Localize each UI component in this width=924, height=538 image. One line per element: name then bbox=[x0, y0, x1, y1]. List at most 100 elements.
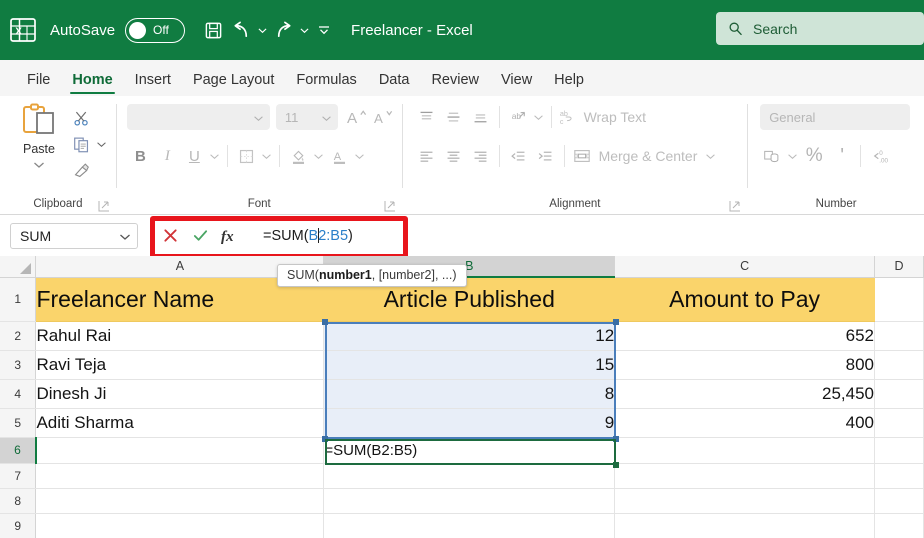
row-header-3[interactable]: 3 bbox=[0, 350, 37, 380]
format-painter-icon[interactable] bbox=[69, 159, 94, 181]
copy-icon[interactable] bbox=[69, 133, 94, 155]
cell-a3[interactable]: Ravi Teja bbox=[35, 350, 325, 380]
align-middle-icon[interactable] bbox=[440, 104, 467, 130]
cell-b4[interactable]: 8 bbox=[323, 379, 616, 409]
search-input[interactable]: Search bbox=[753, 21, 797, 37]
paste-dropdown-icon[interactable] bbox=[33, 156, 45, 174]
percent-button[interactable]: % bbox=[799, 143, 829, 169]
cell-d8[interactable] bbox=[874, 488, 924, 514]
tab-data[interactable]: Data bbox=[368, 72, 421, 96]
scissors-icon[interactable] bbox=[69, 107, 94, 129]
row-header-5[interactable]: 5 bbox=[0, 408, 37, 438]
cell-c5[interactable]: 400 bbox=[614, 408, 876, 438]
font-name-dropdown-icon[interactable] bbox=[253, 110, 264, 125]
row-header-6[interactable]: 6 bbox=[0, 437, 37, 464]
cell-b8[interactable] bbox=[323, 488, 616, 514]
copy-dropdown-icon[interactable] bbox=[94, 141, 108, 148]
font-dialog-launcher-icon[interactable] bbox=[384, 199, 396, 212]
tab-formulas[interactable]: Formulas bbox=[285, 72, 367, 96]
fill-handle[interactable] bbox=[613, 462, 619, 468]
cell-d6[interactable] bbox=[874, 437, 924, 464]
comma-style-button[interactable]: ' bbox=[829, 143, 855, 169]
tab-page-layout[interactable]: Page Layout bbox=[182, 72, 285, 96]
cell-d3[interactable] bbox=[874, 350, 924, 380]
merge-cells-icon[interactable] bbox=[570, 143, 594, 169]
range-handle-top-right[interactable] bbox=[613, 319, 619, 325]
orientation-dropdown-icon[interactable] bbox=[532, 114, 546, 121]
autosave-toggle[interactable]: Off bbox=[125, 17, 186, 43]
tab-file[interactable]: File bbox=[16, 72, 61, 96]
enter-check-icon[interactable] bbox=[186, 223, 214, 249]
wrap-text-label[interactable]: Wrap Text bbox=[584, 109, 647, 125]
cell-d7[interactable] bbox=[874, 463, 924, 489]
font-color-dropdown-icon[interactable] bbox=[353, 153, 367, 160]
row-header-1[interactable]: 1 bbox=[0, 277, 37, 322]
customize-quick-access-toolbar-icon[interactable] bbox=[311, 14, 337, 46]
row-header-7[interactable]: 7 bbox=[0, 463, 37, 489]
font-name-input[interactable] bbox=[126, 104, 270, 130]
search-box[interactable]: Search bbox=[716, 12, 924, 45]
decrease-indent-icon[interactable] bbox=[505, 143, 532, 169]
cell-b5[interactable]: 9 bbox=[323, 408, 616, 438]
cell-d2[interactable] bbox=[874, 321, 924, 351]
cell-b7[interactable] bbox=[323, 463, 616, 489]
row-header-9[interactable]: 9 bbox=[0, 513, 37, 538]
save-icon[interactable] bbox=[199, 14, 227, 46]
cell-c3[interactable]: 800 bbox=[614, 350, 876, 380]
fx-icon[interactable]: I fx bbox=[216, 223, 244, 249]
tab-home[interactable]: Home bbox=[61, 72, 123, 96]
cell-b2[interactable]: 12 bbox=[323, 321, 616, 351]
cell-c4[interactable]: 25,450 bbox=[614, 379, 876, 409]
align-bottom-icon[interactable] bbox=[467, 104, 494, 130]
cell-c9[interactable] bbox=[614, 513, 876, 538]
row-header-4[interactable]: 4 bbox=[0, 379, 37, 409]
align-left-icon[interactable] bbox=[413, 143, 440, 169]
align-right-icon[interactable] bbox=[467, 143, 494, 169]
accounting-dropdown-icon[interactable] bbox=[785, 153, 799, 160]
cell-a5[interactable]: Aditi Sharma bbox=[35, 408, 325, 438]
row-header-2[interactable]: 2 bbox=[0, 321, 37, 351]
cell-b3[interactable]: 15 bbox=[323, 350, 616, 380]
borders-icon[interactable] bbox=[233, 143, 260, 169]
cell-b6[interactable]: =SUM(B2:B5) bbox=[323, 437, 616, 464]
number-format-select[interactable]: General bbox=[760, 104, 911, 130]
tab-insert[interactable]: Insert bbox=[124, 72, 182, 96]
redo-icon[interactable] bbox=[269, 14, 297, 46]
merge-center-dropdown-icon[interactable] bbox=[703, 153, 717, 160]
redo-dropdown-icon[interactable] bbox=[297, 14, 311, 46]
cell-c1[interactable]: Amount to Pay bbox=[614, 277, 876, 322]
row-header-8[interactable]: 8 bbox=[0, 488, 37, 514]
cell-c6[interactable] bbox=[614, 437, 876, 464]
paste-button[interactable]: Paste bbox=[14, 102, 64, 183]
cell-a9[interactable] bbox=[35, 513, 325, 538]
cell-d9[interactable] bbox=[874, 513, 924, 538]
fill-color-dropdown-icon[interactable] bbox=[312, 153, 326, 160]
decrease-decimal-icon[interactable]: 0 .00 bbox=[866, 143, 896, 169]
font-size-input[interactable]: 11 bbox=[275, 104, 338, 130]
grow-font-icon[interactable]: A bbox=[344, 104, 371, 130]
fill-color-icon[interactable] bbox=[285, 143, 312, 169]
undo-icon[interactable] bbox=[227, 14, 255, 46]
cell-a4[interactable]: Dinesh Ji bbox=[35, 379, 325, 409]
cell-d1[interactable] bbox=[874, 277, 924, 322]
text-orientation-icon[interactable]: ab bbox=[505, 104, 532, 130]
cell-a6[interactable] bbox=[35, 437, 325, 464]
shrink-font-icon[interactable]: A bbox=[371, 104, 398, 130]
cell-c8[interactable] bbox=[614, 488, 876, 514]
cell-d5[interactable] bbox=[874, 408, 924, 438]
wrap-text-icon[interactable]: ab c bbox=[557, 104, 579, 130]
cell-b9[interactable] bbox=[323, 513, 616, 538]
clipboard-dialog-launcher-icon[interactable] bbox=[98, 199, 110, 212]
italic-button[interactable]: I bbox=[154, 143, 181, 169]
range-handle-bottom-left[interactable] bbox=[322, 436, 328, 442]
range-handle-top-left[interactable] bbox=[322, 319, 328, 325]
merge-center-label[interactable]: Merge & Center bbox=[599, 148, 698, 164]
undo-dropdown-icon[interactable] bbox=[255, 14, 269, 46]
range-handle-bottom-right[interactable] bbox=[613, 436, 619, 442]
underline-dropdown-icon[interactable] bbox=[208, 153, 222, 160]
bold-button[interactable]: B bbox=[127, 143, 154, 169]
column-header-c[interactable]: C bbox=[614, 256, 876, 278]
name-box-dropdown-icon[interactable] bbox=[119, 228, 131, 244]
cell-c2[interactable]: 652 bbox=[614, 321, 876, 351]
name-box[interactable]: SUM bbox=[10, 222, 138, 249]
